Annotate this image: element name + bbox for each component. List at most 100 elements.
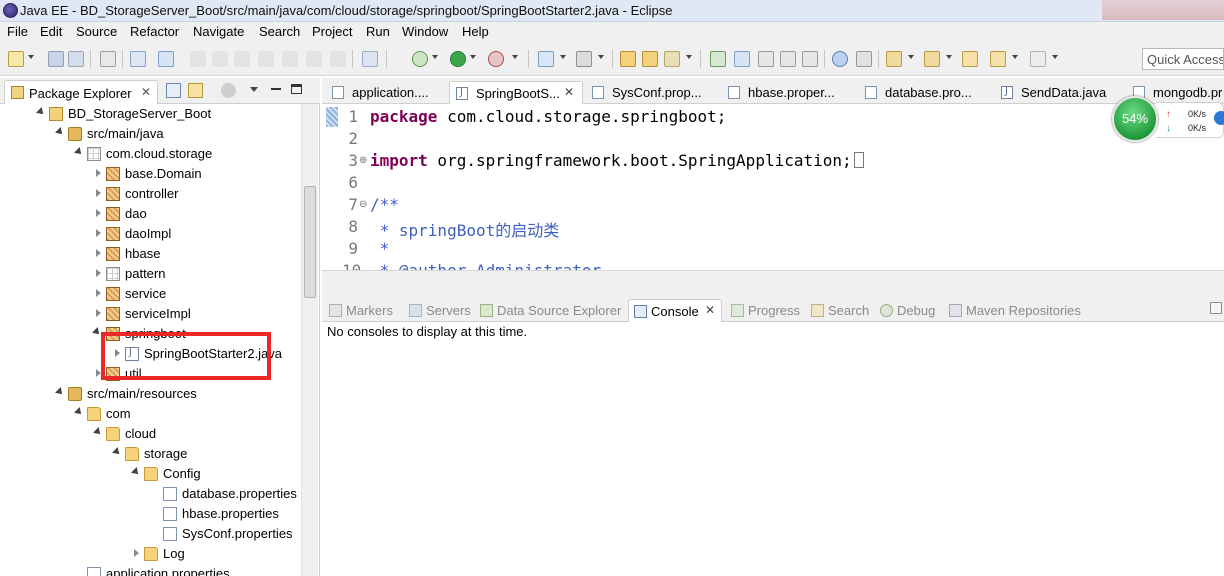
team-sync-icon[interactable] [856,51,872,67]
tree-item-project[interactable]: BD_StorageServer_Boot [0,104,300,124]
tree-item-application-properties[interactable]: application.properties [0,564,300,576]
close-icon[interactable]: ✕ [564,85,574,99]
drop-to-frame-icon[interactable] [330,51,346,67]
next-annotation-icon[interactable] [886,51,902,67]
console-view[interactable]: No consoles to display at this time. [322,322,1224,576]
close-icon[interactable]: ✕ [705,303,715,317]
collapsed-arrow-icon[interactable] [96,249,101,257]
previous-annotation-dropdown-arrow-icon[interactable] [946,55,952,59]
next-annotation-dropdown-arrow-icon[interactable] [908,55,914,59]
new-java-class-icon[interactable] [576,51,592,67]
editor-tab-hbase-properties[interactable]: hbase.proper... [722,81,854,104]
editor-tab-database-properties[interactable]: database.pro... [859,81,991,104]
block-selection-icon[interactable] [780,51,796,67]
tab-debug[interactable]: Debug [875,299,939,322]
tree-item-pattern[interactable]: pattern [0,264,300,284]
terminate-icon[interactable] [234,51,250,67]
menu-search[interactable]: Search [259,24,300,39]
mark-occurrences-icon[interactable] [734,51,750,67]
tab-servers[interactable]: Servers [404,299,471,322]
close-icon[interactable]: ✕ [141,85,151,99]
editor-tab-senddata-java[interactable]: SendData.java [995,81,1125,104]
code-editor[interactable]: 1 package com.cloud.storage.springboot; … [322,104,1224,270]
run-dropdown-arrow-icon[interactable] [470,55,476,59]
toggle-breadcrumb-icon[interactable] [100,51,116,67]
collapsed-arrow-icon[interactable] [96,229,101,237]
menu-file[interactable]: File [7,24,28,39]
tree-item-com-cloud-storage[interactable]: com.cloud.storage [0,144,300,164]
resume-icon[interactable] [190,51,206,67]
collapsed-arrow-icon[interactable] [96,269,101,277]
tree-item-base-domain[interactable]: base.Domain [0,164,300,184]
tree-item-src-main-java[interactable]: src/main/java [0,124,300,144]
tree-item-hbase-properties[interactable]: hbase.properties [0,504,300,524]
open-task-icon[interactable] [642,51,658,67]
forward-icon[interactable] [1030,51,1046,67]
expanded-arrow-icon[interactable] [55,127,65,137]
save-icon[interactable] [48,51,64,67]
collapsed-arrow-icon[interactable] [96,209,101,217]
expanded-arrow-icon[interactable] [131,467,141,477]
collapse-all-icon[interactable] [166,83,181,98]
maximize-icon[interactable] [291,84,302,94]
collapse-fold-icon[interactable]: ⊖ [359,199,367,210]
tree-item-controller[interactable]: controller [0,184,300,204]
expanded-arrow-icon[interactable] [55,387,65,397]
tab-search[interactable]: Search [806,299,872,322]
collapsed-arrow-icon[interactable] [96,309,101,317]
expanded-arrow-icon[interactable] [74,147,84,157]
search-dropdown-arrow-icon[interactable] [686,55,692,59]
tree-item-service[interactable]: service [0,284,300,304]
suspend-icon[interactable] [212,51,228,67]
focus-on-active-task-icon[interactable] [221,83,236,98]
show-whitespace-icon[interactable] [802,51,818,67]
external-tools-icon[interactable] [488,51,504,67]
tree-item-com[interactable]: com [0,404,300,424]
debug-icon[interactable] [412,51,428,67]
menu-window[interactable]: Window [402,24,448,39]
tab-maven-repositories[interactable]: Maven Repositories [944,299,1084,322]
menu-help[interactable]: Help [462,24,489,39]
tree-item-daoimpl[interactable]: daoImpl [0,224,300,244]
last-edit-location-icon[interactable] [962,51,978,67]
step-return-icon[interactable] [306,51,322,67]
terminal-icon[interactable] [130,51,146,67]
editor-tab-application-properties[interactable]: application.... [326,81,444,104]
collapsed-arrow-icon[interactable] [96,289,101,297]
tree-item-cloud[interactable]: cloud [0,424,300,444]
tree-item-database-properties[interactable]: database.properties [0,484,300,504]
back-dropdown-arrow-icon[interactable] [1012,55,1018,59]
menu-run[interactable]: Run [366,24,390,39]
expanded-arrow-icon[interactable] [74,407,84,417]
editor-tab-springbootstarter2[interactable]: SpringBootS... ✕ [449,81,583,104]
expanded-arrow-icon[interactable] [93,427,103,437]
use-step-filters-icon[interactable] [362,51,378,67]
tree-item-dao[interactable]: dao [0,204,300,224]
quick-access-input[interactable]: Quick Access [1142,48,1224,70]
collapsed-arrow-icon[interactable] [96,169,101,177]
menu-refactor[interactable]: Refactor [130,24,179,39]
save-all-icon[interactable] [68,51,84,67]
new-server-icon[interactable] [538,51,554,67]
view-menu-icon[interactable] [250,87,258,92]
tree-scroll-thumb[interactable] [304,186,316,298]
link-with-editor-icon[interactable] [188,83,203,98]
tree-item-storage[interactable]: storage [0,444,300,464]
external-tools-dropdown-arrow-icon[interactable] [512,55,518,59]
editor-tab-sysconf-properties[interactable]: SysConf.prop... [586,81,718,104]
tab-progress[interactable]: Progress [726,299,802,322]
debug-dropdown-arrow-icon[interactable] [432,55,438,59]
new-server-dropdown-arrow-icon[interactable] [560,55,566,59]
expand-widget-icon[interactable] [1214,111,1224,125]
menu-source[interactable]: Source [76,24,117,39]
skip-breakpoints-icon[interactable] [158,51,174,67]
minimize-icon[interactable] [271,88,281,90]
tree-item-log[interactable]: Log [0,544,300,564]
open-type-icon[interactable] [620,51,636,67]
search-icon[interactable] [664,51,680,67]
back-icon[interactable] [990,51,1006,67]
tree-item-sysconf-properties[interactable]: SysConf.properties [0,524,300,544]
step-into-icon[interactable] [258,51,274,67]
panel-divider[interactable] [322,270,1224,296]
tree-item-serviceimpl[interactable]: serviceImpl [0,304,300,324]
